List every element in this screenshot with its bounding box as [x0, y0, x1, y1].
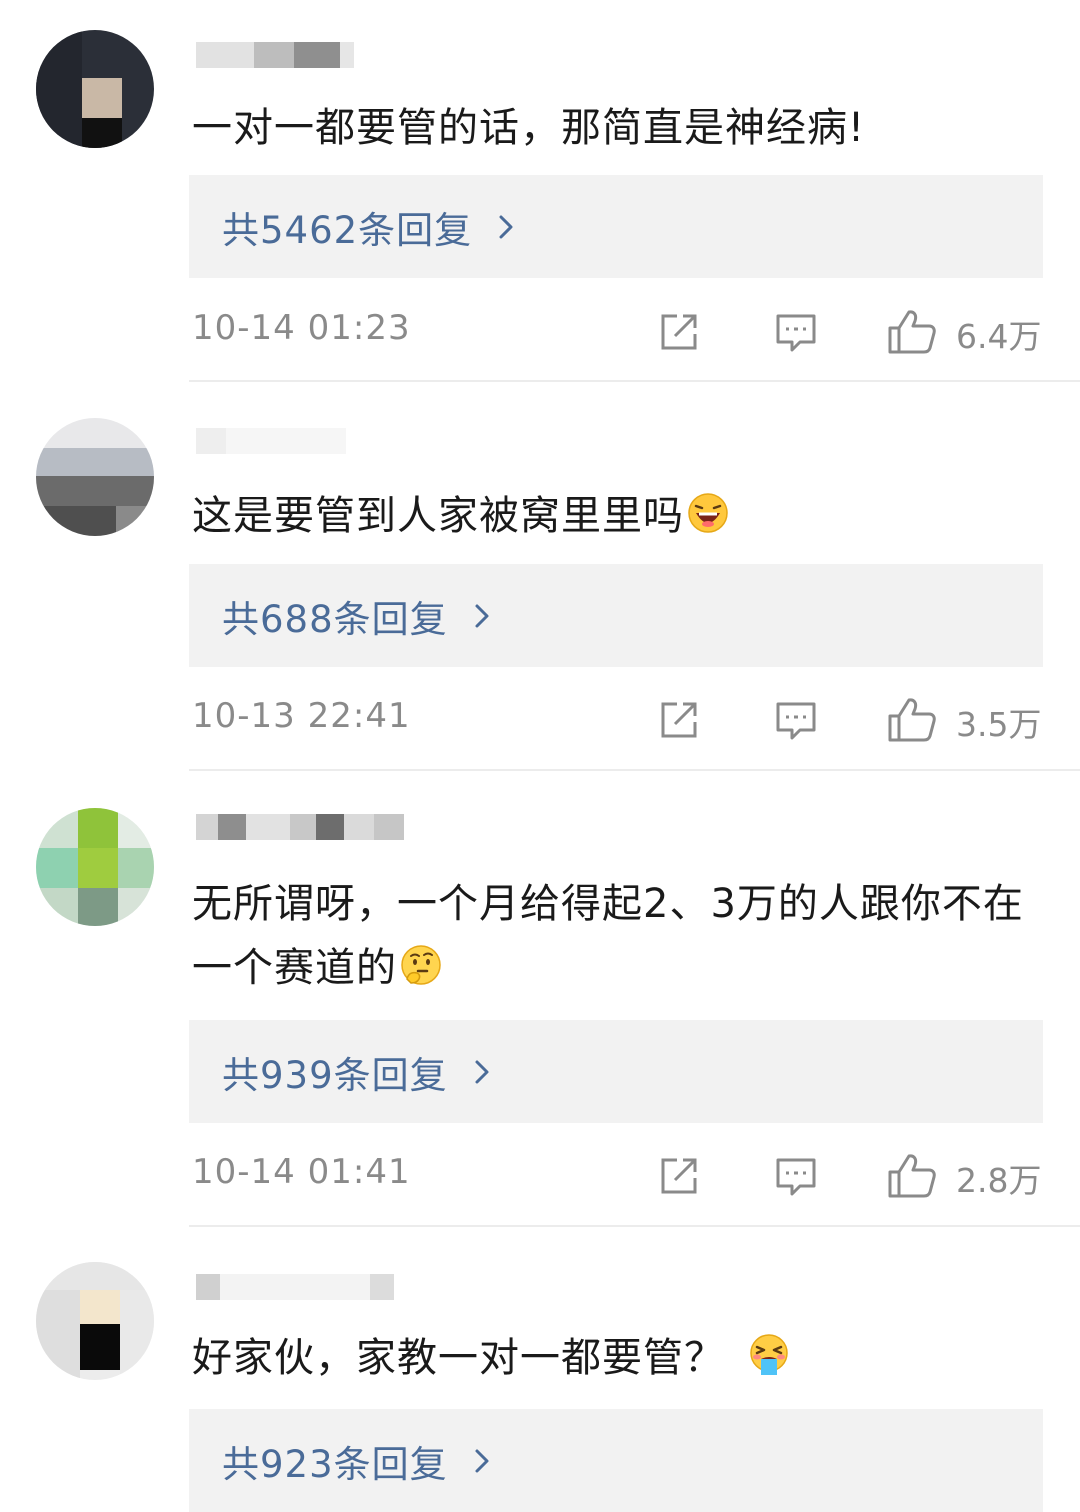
comment-text: 好家伙，家教一对一都要管？ — [192, 1326, 1052, 1390]
divider — [189, 380, 1080, 382]
vomiting-emoji-icon — [750, 1334, 788, 1375]
reply-count: 共923条回复 — [222, 1442, 448, 1486]
comment-icon[interactable] — [774, 1154, 818, 1198]
chevron-right-icon — [475, 1449, 489, 1472]
username-redacted[interactable] — [192, 1270, 422, 1304]
thumbs-up-icon[interactable] — [887, 696, 937, 744]
view-replies-button[interactable]: 共688条回复 — [189, 564, 1043, 667]
username-redacted[interactable] — [192, 810, 412, 844]
chevron-right-icon — [475, 604, 489, 627]
share-icon[interactable] — [657, 1154, 701, 1198]
timestamp: 10-14 01:41 — [192, 1152, 411, 1192]
avatar[interactable] — [36, 418, 154, 536]
thumbs-up-icon[interactable] — [887, 1152, 937, 1200]
view-replies-button[interactable]: 共5462条回复 — [189, 175, 1043, 278]
like-count: 2.8万 — [956, 1161, 1042, 1200]
reply-count: 共5462条回复 — [222, 208, 473, 252]
comment-meta: 10-14 01:41 2.8万 — [0, 1146, 1080, 1206]
timestamp: 10-13 22:41 — [192, 696, 411, 736]
divider — [189, 1225, 1080, 1227]
like-count: 3.5万 — [956, 705, 1042, 744]
timestamp: 10-14 01:23 — [192, 308, 411, 348]
comment-text: 这是要管到人家被窝里里吗 — [192, 484, 1052, 548]
chevron-right-icon — [499, 215, 513, 238]
comment-icon[interactable] — [774, 698, 818, 742]
comment-meta: 10-14 01:23 6.4万 — [0, 302, 1080, 362]
reply-count: 共939条回复 — [222, 1053, 448, 1097]
comment-text: 无所谓呀，一个月给得起2、3万的人跟你不在一个赛道的 — [192, 881, 1024, 991]
like-count: 6.4万 — [956, 317, 1042, 356]
avatar[interactable] — [36, 1262, 154, 1380]
comment-icon[interactable] — [774, 310, 818, 354]
divider — [189, 769, 1080, 771]
comment-text: 一对一都要管的话，那简直是神经病! — [192, 105, 866, 151]
thumbs-up-icon[interactable] — [887, 308, 937, 356]
view-replies-button[interactable]: 共923条回复 — [189, 1409, 1043, 1512]
chevron-right-icon — [475, 1060, 489, 1083]
share-icon[interactable] — [657, 310, 701, 354]
avatar[interactable] — [36, 808, 154, 926]
laughing-emoji-icon — [688, 493, 728, 533]
username-redacted[interactable] — [192, 38, 362, 72]
thinking-emoji-icon — [401, 945, 441, 985]
reply-count: 共688条回复 — [222, 597, 448, 641]
share-icon[interactable] — [657, 698, 701, 742]
comment-meta: 10-13 22:41 3.5万 — [0, 690, 1080, 750]
avatar[interactable] — [36, 30, 154, 148]
username-redacted[interactable] — [192, 424, 362, 458]
view-replies-button[interactable]: 共939条回复 — [189, 1020, 1043, 1123]
